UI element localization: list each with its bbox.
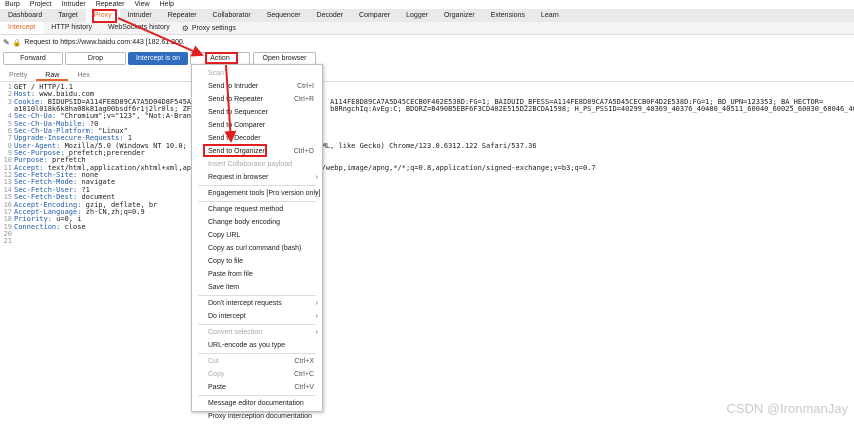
watermark: CSDN @IronmanJay (726, 401, 848, 416)
annotation-arrows (117, 17, 237, 143)
